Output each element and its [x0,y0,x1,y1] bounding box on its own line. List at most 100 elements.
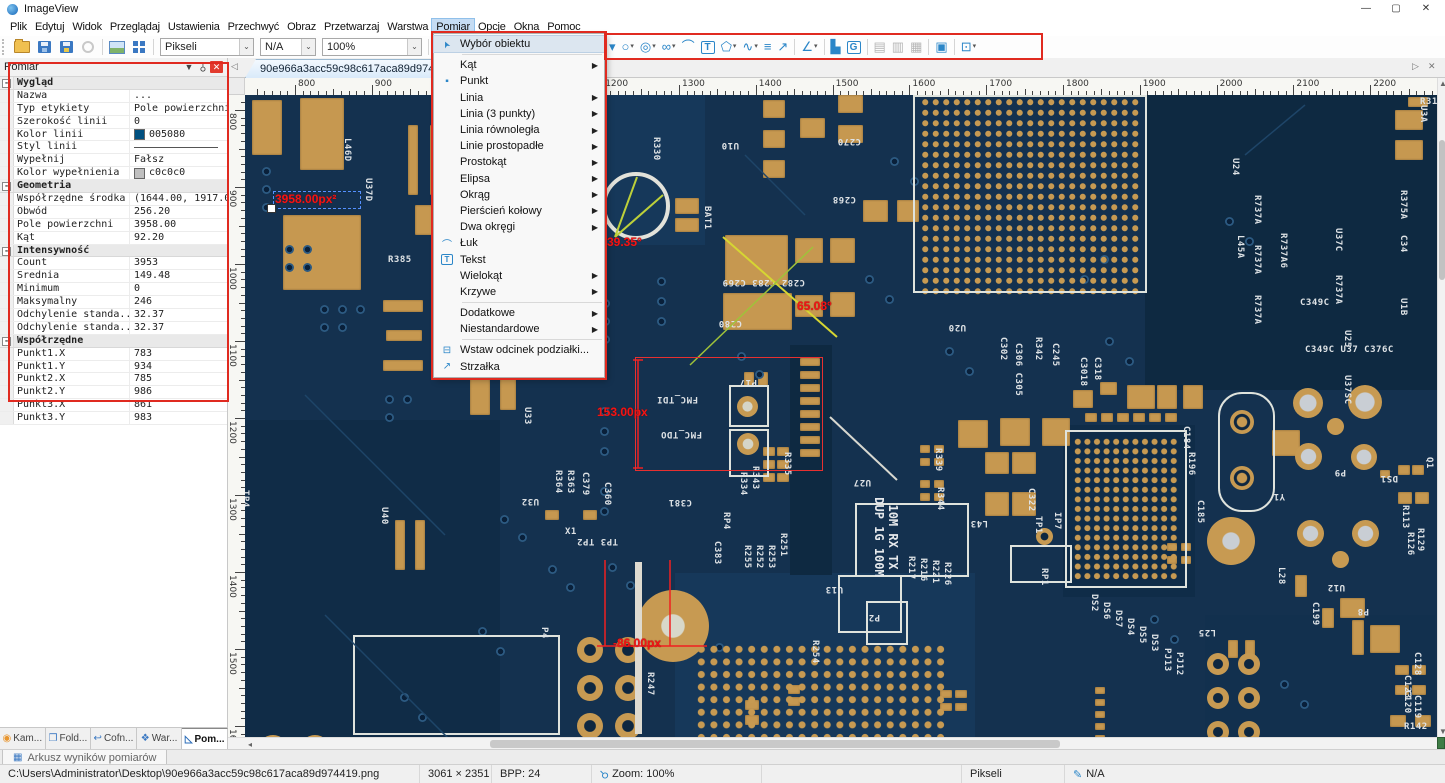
ellipse-tool-button[interactable]: ○▾ [619,38,637,56]
menu-item-dwa-okręgi[interactable]: Dwa okręgi▶ [434,219,604,235]
menu-warstwa[interactable]: Warstwa [383,19,432,35]
menu-obraz[interactable]: Obraz [283,19,320,35]
scale-segment-tool-button[interactable]: ≡ [761,38,775,56]
property-section[interactable]: -Wygląd [0,77,227,90]
unit-select[interactable]: Pikseli⌄ [160,38,254,56]
property-row[interactable]: Współrzędne środka(1644.00, 1917.00) [0,193,227,206]
arc-tool-button[interactable]: ⌒ [679,38,698,56]
tab-prev-button[interactable]: ◁ [231,61,238,72]
open-file-button[interactable] [11,38,33,56]
menu-przegl-daj[interactable]: Przeglądaj [106,19,164,35]
property-row[interactable]: Pole powierzchni3958.00 [0,219,227,232]
property-row[interactable]: WypełnijFałsz [0,154,227,167]
menu-item-linia-3-punkty-[interactable]: Linia (3 punkty)▶ [434,106,604,122]
close-button[interactable]: ✕ [1411,0,1441,18]
property-value[interactable]: 983 [130,412,227,424]
property-row[interactable]: Punkt1.X783 [0,348,227,361]
curve-tool-button[interactable]: ∿▾ [739,38,760,56]
dock-tab-pom[interactable]: ◺Pom... [182,728,228,749]
dock-tab-cofn[interactable]: ↩Cofn... [91,728,137,749]
menu-item-punkt[interactable]: ▪Punkt [434,73,604,89]
property-value[interactable]: 3958.00 [130,219,227,231]
property-section[interactable]: -Intensywność [0,245,227,258]
maximize-button[interactable]: ▢ [1381,0,1411,18]
menu-item-tekst[interactable]: TTekst [434,251,604,267]
property-section[interactable]: -Geometria [0,180,227,193]
property-row[interactable]: Typ etykietyPole powierzchni [0,103,227,116]
panel-close-button[interactable]: ✕ [210,61,223,73]
vertical-scroll-thumb[interactable] [1439,140,1445,280]
menu-plik[interactable]: Plik [6,19,31,35]
property-value[interactable]: 32.37 [130,322,227,334]
browse-images-button[interactable] [106,38,128,56]
menu-ustawienia[interactable]: Ustawienia [164,19,224,35]
menu-item-wybór-obiektu[interactable]: ➤Wybór obiektu [434,36,604,52]
text-tool-button[interactable]: T [698,41,718,54]
property-row[interactable]: Count3953 [0,257,227,270]
capture-button[interactable] [77,38,99,56]
menu-item-linia[interactable]: Linia▶ [434,90,604,106]
thumbnail-grid-button[interactable] [128,38,150,56]
property-section[interactable]: -Współrzędne [0,335,227,348]
menu-item-linie-prostopadłe[interactable]: Linie prostopadłe▶ [434,138,604,154]
property-value[interactable]: 256.20 [130,206,227,218]
property-value[interactable]: 32.37 [130,309,227,321]
property-value[interactable]: 005080 [130,129,227,141]
clipboard-tool-button[interactable]: ▣ [932,38,950,56]
property-row[interactable]: Punkt3.X861 [0,399,227,412]
angle-select-tool-button[interactable]: ∠▾ [798,38,820,56]
property-value[interactable]: Fałsz [130,154,227,166]
menu-widok[interactable]: Widok [68,19,106,35]
property-row[interactable]: Punkt3.Y983 [0,412,227,425]
menu-edytuj[interactable]: Edytuj [31,19,68,35]
minimize-button[interactable]: — [1351,0,1381,18]
property-row[interactable]: Obwód256.20 [0,206,227,219]
property-value[interactable]: 0 [130,283,227,295]
property-row[interactable]: Odchylenie standa...32.37 [0,322,227,335]
property-value[interactable]: 986 [130,386,227,398]
menu-item-wielokąt[interactable]: Wielokąt▶ [434,268,604,284]
dock-tab-kam[interactable]: ◉Kam... [0,728,46,749]
histogram-tool-button[interactable]: ▙ [828,38,844,56]
property-row[interactable]: Punkt2.X785 [0,373,227,386]
property-row[interactable]: Punkt2.Y986 [0,386,227,399]
horizontal-scroll-thumb[interactable] [490,740,1060,748]
property-value[interactable]: c0c0c0 [130,167,227,179]
menu-item-strzałka[interactable]: ↗Strzałka [434,359,604,375]
vertical-scrollbar[interactable]: ▲ ▼ [1437,78,1445,737]
zoom-select[interactable]: 100%⌄ [322,38,422,56]
menu-item-prostokąt[interactable]: Prostokąt▶ [434,154,604,170]
property-value[interactable]: 92.20 [130,232,227,244]
property-row[interactable]: Styl linii [0,141,227,154]
menu-item-pierścień-kołowy[interactable]: Pierścień kołowy▶ [434,203,604,219]
property-value[interactable]: 246 [130,296,227,308]
image-tab[interactable]: 90e966a3acc59c98c617aca89d974419.png [245,59,447,78]
tab-close-button[interactable]: ✕ [1428,61,1436,72]
property-value[interactable]: 3953 [130,257,227,269]
property-value[interactable]: 785 [130,373,227,385]
property-value[interactable]: 149.48 [130,270,227,282]
navigator-button[interactable] [1437,737,1445,749]
menu-przetwarzaj[interactable]: Przetwarzaj [320,19,383,35]
more-dropdown-button[interactable]: ▾ [606,38,619,56]
property-value[interactable]: Pole powierzchni [130,103,227,115]
scroll-up-icon[interactable]: ▲ [1439,79,1445,88]
property-value[interactable]: 0 [130,116,227,128]
property-row[interactable]: Maksymalny246 [0,296,227,309]
tab-next-button[interactable]: ▷ [1412,61,1419,72]
property-row[interactable]: Kolor wypełnieniac0c0c0 [0,167,227,180]
property-row[interactable]: Odchylenie standa...32.37 [0,309,227,322]
save-button[interactable] [33,38,55,56]
menu-item-okrąg[interactable]: Okrąg▶ [434,187,604,203]
grid-tool-button[interactable]: G [844,41,864,54]
menu-item-kąt[interactable]: Kąt▶ [434,57,604,73]
property-row[interactable]: Nazwa... [0,90,227,103]
linked-circles-tool-button[interactable]: ∞▾ [659,38,679,56]
dock-tab-war[interactable]: ❖War... [137,728,183,749]
arrow-tool-button[interactable]: ↗ [774,38,791,56]
property-row[interactable]: Minimum0 [0,283,227,296]
property-row[interactable]: Średnia149.48 [0,270,227,283]
polygon-tool-button[interactable]: ⬠▾ [718,38,740,56]
menu-item-wstaw-odcinek-podziałki-[interactable]: ⊟Wstaw odcinek podziałki... [434,342,604,358]
property-value[interactable]: ... [130,90,227,102]
